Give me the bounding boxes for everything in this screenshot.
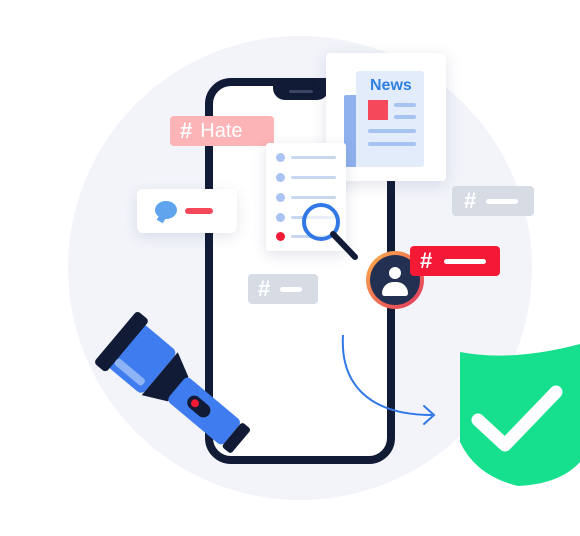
curved-arrow-icon: [341, 334, 436, 425]
flashlight-icon: [95, 312, 251, 453]
shield-check-icon: [460, 344, 580, 486]
illustration: News # Hate # # #: [0, 0, 580, 536]
graphics-layer: [95, 203, 580, 486]
magnifier-icon: [302, 203, 358, 260]
